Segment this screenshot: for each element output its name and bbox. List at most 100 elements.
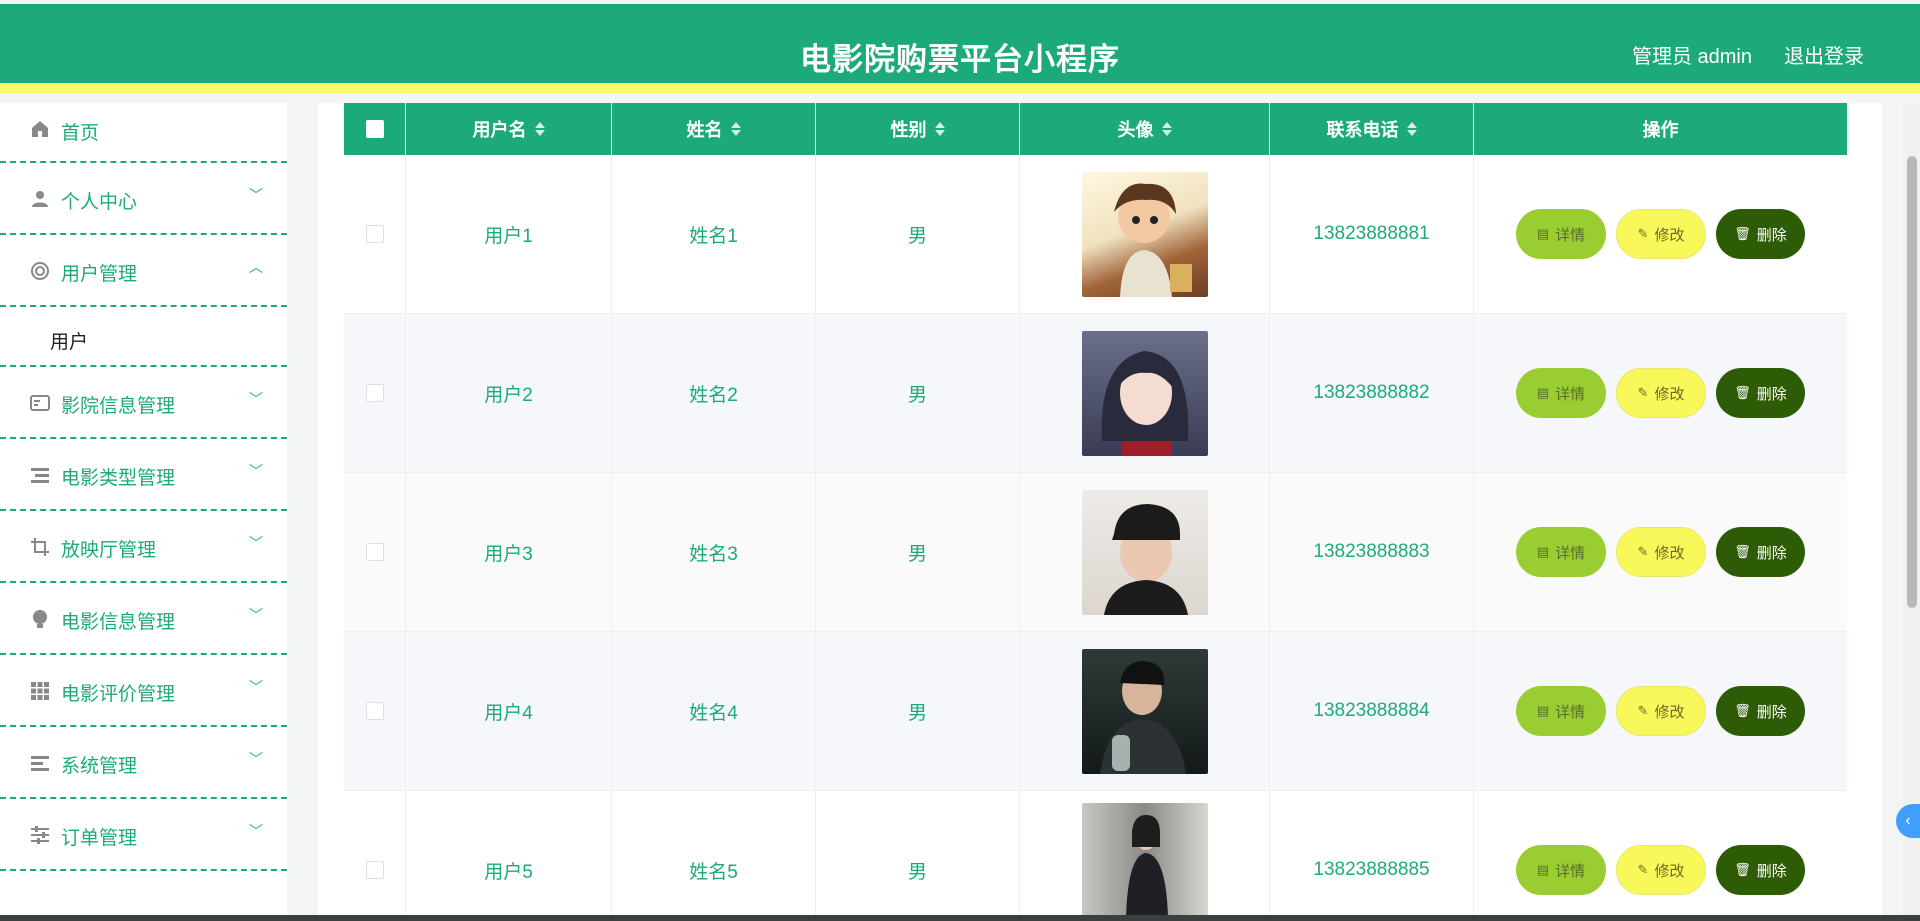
sidebar-item-label: 影院信息管理	[61, 396, 176, 417]
chevron-up-icon: ︿	[249, 259, 263, 275]
avatar-image[interactable]	[1081, 803, 1208, 917]
trash-icon: 🗑	[1734, 544, 1751, 559]
button-label: 删除	[1756, 544, 1787, 562]
edit-button[interactable]: ✎ 修改	[1616, 686, 1706, 736]
edit-button[interactable]: ✎ 修改	[1616, 209, 1706, 259]
select-all-cell	[344, 103, 406, 155]
table-row: 用户2 姓名2 男 13823888882 ▤ 详情 ✎ 修改 🗑 删除	[344, 314, 1847, 473]
sidebar-item-cinema-info[interactable]: 影院信息管理 ﹀	[0, 367, 287, 439]
cell-phone: 13823888884	[1270, 632, 1474, 790]
pencil-icon: ✎	[1637, 544, 1649, 559]
cell-username: 用户3	[406, 473, 612, 631]
sidebar-item-home[interactable]: 首页	[0, 103, 287, 163]
column-header-avatar[interactable]: 头像	[1020, 103, 1270, 155]
detail-button[interactable]: ▤ 详情	[1516, 845, 1606, 895]
vertical-scrollbar[interactable]	[1903, 103, 1920, 921]
delete-button[interactable]: 🗑 删除	[1716, 686, 1805, 736]
cell-gender: 男	[816, 314, 1020, 472]
pencil-icon: ✎	[1637, 703, 1649, 718]
pencil-icon: ✎	[1637, 226, 1649, 241]
document-icon: ▤	[1536, 862, 1550, 877]
chevron-left-icon: ‹	[1905, 812, 1911, 829]
sidebar-subitem-user[interactable]: 用户	[0, 307, 287, 367]
cell-username: 用户2	[406, 314, 612, 472]
sidebar-item-system[interactable]: 系统管理 ﹀	[0, 727, 287, 799]
chevron-down-icon: ﹀	[249, 391, 263, 407]
delete-button[interactable]: 🗑 删除	[1716, 209, 1805, 259]
trash-icon: 🗑	[1734, 226, 1751, 241]
card-icon	[29, 392, 51, 414]
detail-button[interactable]: ▤ 详情	[1516, 209, 1606, 259]
row-checkbox[interactable]	[365, 225, 384, 243]
grid-icon	[29, 680, 51, 702]
delete-button[interactable]: 🗑 删除	[1716, 845, 1805, 895]
sidebar-item-movie-review[interactable]: 电影评价管理 ﹀	[0, 655, 287, 727]
avatar-image[interactable]	[1081, 648, 1208, 774]
sidebar: 首页 个人中心 ﹀ 用户管理 ︿ 用户 影院信息管理 ﹀ 电影类型管理 ﹀ 放映…	[0, 103, 287, 921]
button-label: 删除	[1756, 862, 1787, 880]
scrollbar-thumb[interactable]	[1907, 156, 1917, 608]
sidebar-item-movie-info[interactable]: 电影信息管理 ﹀	[0, 583, 287, 655]
chevron-down-icon: ﹀	[249, 751, 263, 767]
button-label: 修改	[1654, 703, 1685, 721]
sidebar-item-user-management[interactable]: 用户管理 ︿	[0, 235, 287, 307]
button-label: 详情	[1555, 703, 1586, 721]
sidebar-item-label: 放映厅管理	[61, 540, 157, 561]
sidebar-item-hall[interactable]: 放映厅管理 ﹀	[0, 511, 287, 583]
delete-button[interactable]: 🗑 删除	[1716, 368, 1805, 418]
cell-username: 用户4	[406, 632, 612, 790]
top-header: 电影院购票平台小程序 管理员 admin 退出登录	[0, 4, 1920, 93]
button-label: 修改	[1654, 385, 1685, 403]
detail-button[interactable]: ▤ 详情	[1516, 686, 1606, 736]
sort-icon[interactable]	[1161, 121, 1172, 137]
row-checkbox[interactable]	[365, 384, 384, 402]
row-checkbox[interactable]	[365, 543, 384, 561]
sidebar-item-label: 用户管理	[61, 264, 138, 285]
sidebar-item-personal-center[interactable]: 个人中心 ﹀	[0, 163, 287, 235]
column-header-phone[interactable]: 联系电话	[1270, 103, 1474, 155]
row-checkbox[interactable]	[365, 702, 384, 720]
cell-name: 姓名2	[612, 314, 816, 472]
column-header-username[interactable]: 用户名	[406, 103, 612, 155]
sort-icon[interactable]	[534, 121, 545, 137]
trash-icon: 🗑	[1734, 703, 1751, 718]
select-all-checkbox[interactable]	[365, 120, 384, 138]
avatar-image[interactable]	[1081, 489, 1208, 615]
pencil-icon: ✎	[1637, 385, 1649, 400]
collapse-toggle-button[interactable]: ‹	[1896, 804, 1920, 838]
column-header-name[interactable]: 姓名	[612, 103, 816, 155]
logout-link[interactable]: 退出登录	[1784, 40, 1864, 69]
edit-button[interactable]: ✎ 修改	[1616, 845, 1706, 895]
row-checkbox[interactable]	[365, 861, 384, 879]
crop-icon	[29, 536, 51, 558]
sidebar-item-movie-type[interactable]: 电影类型管理 ﹀	[0, 439, 287, 511]
cell-username: 用户1	[406, 155, 612, 313]
sort-icon[interactable]	[730, 121, 741, 137]
button-label: 修改	[1654, 862, 1685, 880]
column-label: 用户名	[472, 120, 527, 140]
avatar-image[interactable]	[1081, 171, 1208, 297]
edit-button[interactable]: ✎ 修改	[1616, 368, 1706, 418]
cell-name: 姓名4	[612, 632, 816, 790]
edit-button[interactable]: ✎ 修改	[1616, 527, 1706, 577]
sidebar-item-label: 系统管理	[61, 756, 138, 777]
sort-icon[interactable]	[1406, 121, 1417, 137]
user-table: 用户名 姓名 性别 头像 联系电话 操作 用户1 姓名1 男 138238888…	[344, 103, 1847, 921]
button-label: 详情	[1555, 544, 1586, 562]
table-header: 用户名 姓名 性别 头像 联系电话 操作	[344, 103, 1847, 155]
user-manage-icon	[29, 260, 51, 282]
table-row: 用户3 姓名3 男 13823888883 ▤ 详情 ✎ 修改 🗑 删除	[344, 473, 1847, 632]
detail-button[interactable]: ▤ 详情	[1516, 527, 1606, 577]
trash-icon: 🗑	[1734, 862, 1751, 877]
column-label: 性别	[890, 120, 927, 140]
column-header-gender[interactable]: 性别	[816, 103, 1020, 155]
sort-icon[interactable]	[934, 121, 945, 137]
button-label: 详情	[1555, 226, 1586, 244]
cell-phone: 13823888883	[1270, 473, 1474, 631]
avatar-image[interactable]	[1081, 330, 1208, 456]
delete-button[interactable]: 🗑 删除	[1716, 527, 1805, 577]
cell-name: 姓名5	[612, 791, 816, 921]
sidebar-item-orders[interactable]: 订单管理 ﹀	[0, 799, 287, 871]
detail-button[interactable]: ▤ 详情	[1516, 368, 1606, 418]
column-label: 头像	[1117, 120, 1154, 140]
